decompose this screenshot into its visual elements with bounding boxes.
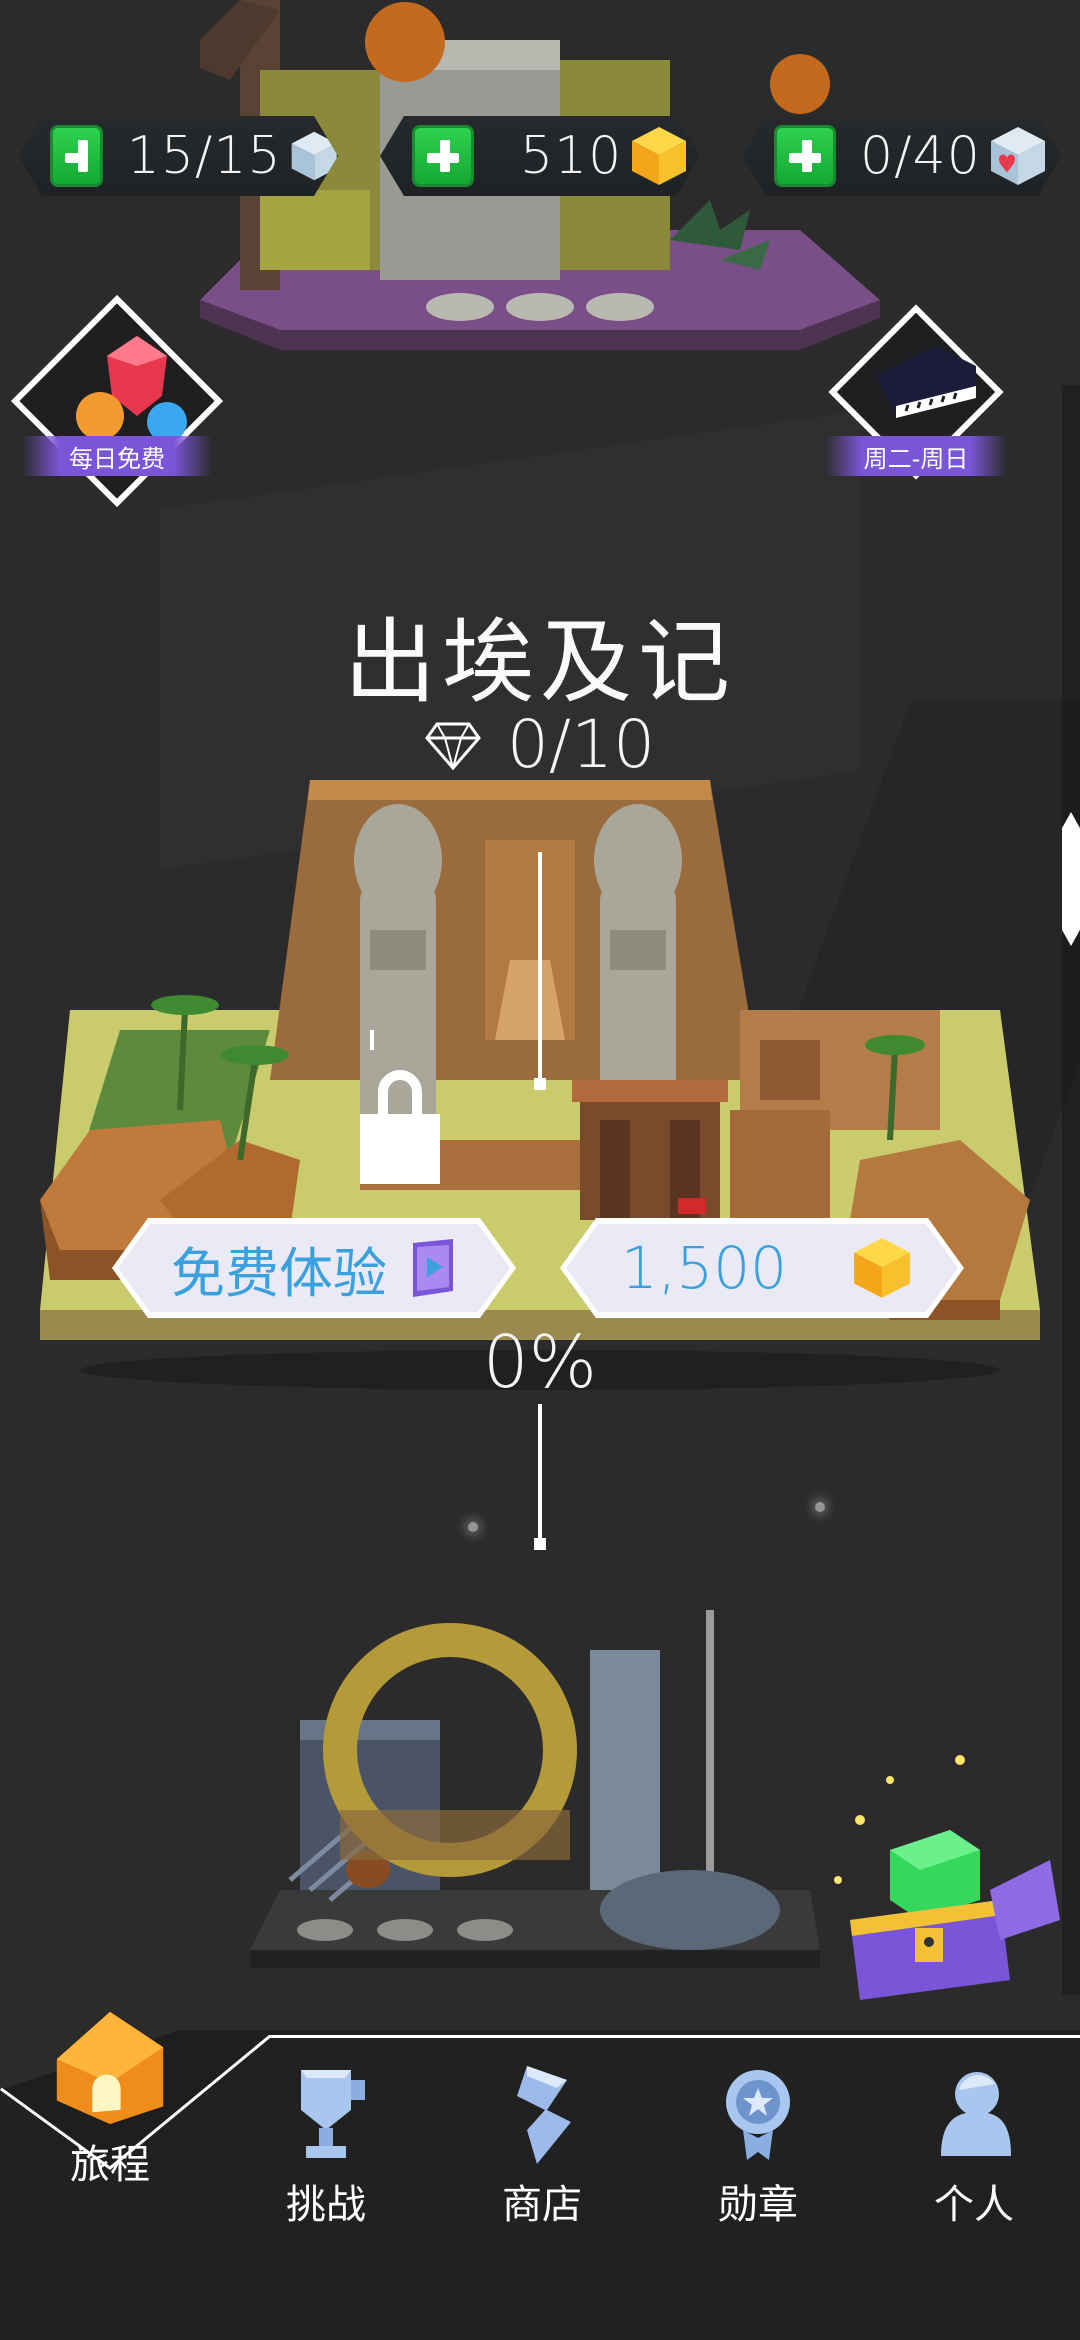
free-trial-label: 免费体验 xyxy=(171,1241,387,1305)
heart-cube-icon xyxy=(989,125,1047,187)
scrollbar-track[interactable] xyxy=(1062,385,1080,1995)
level-price: 1,500 xyxy=(620,1234,788,1302)
nav-medals-label: 勋章 xyxy=(718,2182,798,2228)
next-level-island[interactable] xyxy=(250,1590,830,2010)
gold-cube-icon xyxy=(630,125,688,187)
add-hearts-icon[interactable] xyxy=(774,125,836,187)
lock-icon xyxy=(360,1114,440,1184)
gem-progress: 0/10 xyxy=(0,706,1080,783)
scrollbar-thumb[interactable] xyxy=(1062,812,1080,946)
piano-icon xyxy=(876,346,976,418)
coin-counter[interactable]: 510 xyxy=(380,116,700,196)
nav-profile-label: 个人 xyxy=(934,2182,1014,2228)
level-title: 出埃及记 xyxy=(343,609,736,716)
house-icon xyxy=(56,2011,164,2125)
piano-event-badge[interactable]: 周二-周日 xyxy=(826,304,1006,496)
gem-count: 0/10 xyxy=(506,706,656,783)
daily-free-label: 每日免费 xyxy=(22,436,212,476)
person-icon xyxy=(941,2072,1011,2156)
nav-shop-label: 商店 xyxy=(502,2182,582,2228)
shop-icon xyxy=(517,2066,571,2164)
nav-medals[interactable]: 勋章 xyxy=(650,2060,866,2230)
nav-shop[interactable]: 商店 xyxy=(434,2060,650,2230)
path-node xyxy=(534,1538,546,1550)
coin-value: 510 xyxy=(520,126,623,186)
medal-icon xyxy=(726,2070,790,2160)
sparkle xyxy=(468,1522,478,1532)
piano-event-label: 周二-周日 xyxy=(826,436,1006,476)
heart-counter[interactable]: 0/40 xyxy=(742,116,1062,196)
gold-cube-icon xyxy=(851,1236,913,1300)
path-connector-top xyxy=(538,852,542,1084)
heart-value: 0/40 xyxy=(860,126,981,186)
diamond-icon xyxy=(424,722,481,770)
buy-level-button[interactable]: 1,500 xyxy=(560,1218,964,1318)
add-coins-icon[interactable] xyxy=(412,125,474,187)
daily-free-badge[interactable]: 每日免费 xyxy=(10,294,224,508)
treasure-chest-icon[interactable] xyxy=(820,1740,1070,2020)
energy-value: 15/15 xyxy=(126,126,282,186)
video-ticket-icon xyxy=(409,1237,457,1299)
nav-challenge-label: 挑战 xyxy=(286,2182,366,2228)
sparkle xyxy=(815,1502,825,1512)
nav-journey[interactable]: 旅程 xyxy=(2,2000,218,2190)
path-connector-bottom xyxy=(538,1404,542,1544)
energy-counter[interactable]: 15/15 xyxy=(18,116,338,196)
nav-journey-label: 旅程 xyxy=(70,2142,150,2188)
level-progress-percent: 0% xyxy=(482,1320,598,1404)
add-energy-icon[interactable] xyxy=(50,125,103,187)
trophy-icon xyxy=(301,2070,365,2158)
free-trial-button[interactable]: 免费体验 xyxy=(112,1218,516,1318)
nav-profile[interactable]: 个人 xyxy=(866,2060,1080,2230)
nav-challenge[interactable]: 挑战 xyxy=(218,2060,434,2230)
path-node xyxy=(534,1078,546,1090)
